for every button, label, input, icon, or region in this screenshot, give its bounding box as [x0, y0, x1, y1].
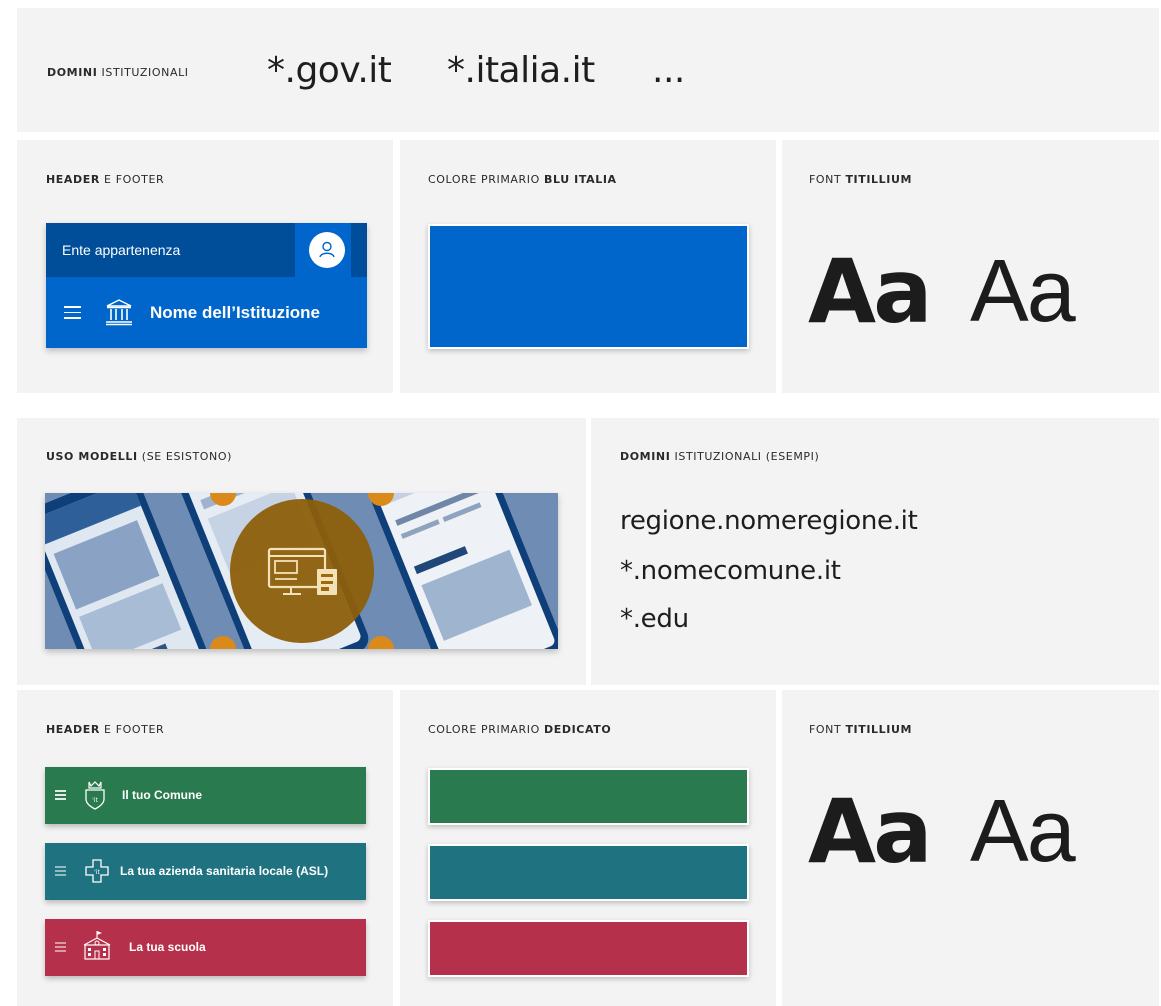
label-rest: COLORE PRIMARIO — [428, 723, 545, 736]
domain-gov: *.gov.it — [267, 50, 392, 91]
institution-name: Nome dell’Istituzione — [150, 303, 321, 322]
domain-example-regione: regione.nomeregione.it — [620, 506, 918, 536]
header-mock-blue: Ente appartenenza Nome dell’Istituzione — [46, 223, 367, 348]
label-bold: BLU ITALIA — [544, 173, 617, 186]
primary-color-panel-1: COLORE PRIMARIO BLU ITALIA — [400, 140, 776, 393]
swatch-green — [428, 768, 749, 825]
swatch-red — [428, 920, 749, 977]
domain-example-comune: *.nomecomune.it — [620, 556, 841, 586]
hamburger-icon — [55, 790, 66, 800]
user-avatar-icon — [309, 232, 345, 268]
label-bold: USO MODELLI — [46, 450, 138, 463]
header-footer-label: HEADER E FOOTER — [46, 173, 164, 186]
svg-text:'it: 'it — [92, 797, 98, 804]
font-label: FONT TITILLIUM — [809, 723, 912, 736]
label-bold: HEADER — [46, 723, 100, 736]
top-domains-panel: DOMINI ISTITUZIONALI *.gov.it *.italia.i… — [17, 8, 1159, 132]
label-rest: E FOOTER — [99, 723, 165, 736]
header-bar-scuola: La tua scuola — [45, 919, 366, 976]
medical-cross-icon: 'it — [83, 857, 111, 889]
header-slim-bar: Ente appartenenza — [46, 223, 367, 277]
label-bold: DOMINI — [47, 66, 98, 79]
header-footer-label: HEADER E FOOTER — [46, 723, 164, 736]
hamburger-icon — [64, 306, 81, 319]
label-rest: FONT — [809, 723, 846, 736]
label-rest: FONT — [809, 173, 846, 186]
models-illustration — [45, 493, 558, 649]
label-bold: DOMINI — [620, 450, 671, 463]
label-rest: COLORE PRIMARIO — [428, 173, 545, 186]
hamburger-icon — [55, 942, 66, 952]
svg-text:'it: 'it — [94, 869, 100, 876]
font-sample-light: Aa — [970, 241, 1076, 340]
domain-italia: *.italia.it — [447, 50, 595, 91]
font-sample-bold: Aa — [808, 780, 932, 883]
blu-italia-swatch — [428, 224, 749, 349]
ente-appartenenza-text: Ente appartenenza — [62, 242, 181, 258]
font-panel-1: FONT TITILLIUM Aa Aa — [782, 140, 1159, 393]
models-label: USO MODELLI (SE ESISTONO) — [46, 450, 232, 463]
domain-example-edu: *.edu — [620, 604, 689, 634]
bar-text-comune: Il tuo Comune — [122, 788, 202, 802]
school-building-icon — [81, 929, 111, 961]
label-rest: ISTITUZIONALI — [97, 66, 189, 79]
swatch-teal — [428, 844, 749, 901]
font-sample-bold: Aa — [808, 240, 932, 343]
primary-color-panel-2: COLORE PRIMARIO DEDICATO — [400, 690, 776, 1006]
primary-color-label: COLORE PRIMARIO DEDICATO — [428, 723, 611, 736]
domain-examples-panel: DOMINI ISTITUZIONALI (ESEMPI) — [591, 418, 1159, 685]
label-bold: TITILLIUM — [845, 173, 913, 186]
bar-text-scuola: La tua scuola — [129, 940, 206, 954]
header-bar-comune: 'it Il tuo Comune — [45, 767, 366, 824]
font-label: FONT TITILLIUM — [809, 173, 912, 186]
label-rest: E FOOTER — [99, 173, 165, 186]
hamburger-icon — [55, 866, 66, 876]
institution-icon — [104, 297, 134, 327]
label-bold: TITILLIUM — [845, 723, 913, 736]
font-panel-2: FONT TITILLIUM Aa Aa — [782, 690, 1159, 1006]
header-bar-asl: 'it La tua azienda sanitaria locale (ASL… — [45, 843, 366, 900]
label-rest: ISTITUZIONALI (ESEMPI) — [670, 450, 820, 463]
label-bold: HEADER — [46, 173, 100, 186]
label-rest: (SE ESISTONO) — [137, 450, 233, 463]
domain-examples-label: DOMINI ISTITUZIONALI (ESEMPI) — [620, 450, 819, 463]
font-sample-light: Aa — [970, 781, 1076, 880]
domain-ellipsis: ... — [652, 50, 685, 91]
label-bold: DEDICATO — [544, 723, 612, 736]
shield-crown-icon: 'it — [81, 779, 109, 811]
bar-text-asl: La tua azienda sanitaria locale (ASL) — [120, 864, 329, 878]
top-domains-label: DOMINI ISTITUZIONALI — [47, 66, 189, 79]
primary-color-label: COLORE PRIMARIO BLU ITALIA — [428, 173, 617, 186]
